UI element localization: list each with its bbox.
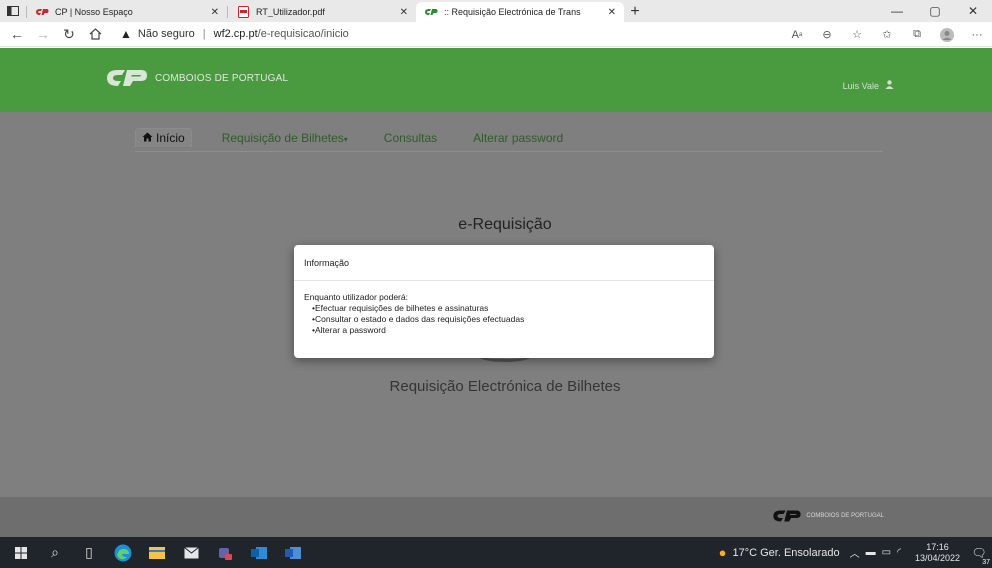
favorites-icon[interactable]: ✩ [872, 24, 902, 46]
user-icon [885, 80, 894, 91]
window-controls: — ▢ ✕ [878, 0, 992, 22]
toolbar-right: Aa ⊖ ☆ ✩ ⧉ ··· [782, 22, 992, 47]
clock[interactable]: 17:16 13/04/2022 [915, 542, 960, 564]
battery-icon[interactable]: ▭ [882, 547, 891, 558]
show-hidden-icons-icon[interactable]: ︿ [850, 545, 860, 560]
menu-item-label: Início [156, 131, 185, 145]
page-title: e-Requisição [458, 216, 552, 233]
forward-icon[interactable]: → [30, 23, 56, 45]
minimize-icon[interactable]: — [878, 0, 916, 22]
site-header: COMBOIOS DE PORTUGAL Luis Vale [0, 48, 992, 112]
footer-logo: COMBOIOS DE PORTUGAL [772, 509, 884, 523]
site-footer: COMBOIOS DE PORTUGAL [0, 497, 992, 537]
menu-item-label: Requisição de Bilhetes [221, 130, 344, 145]
windows-taskbar: ⌕ ▯ ● 17°C Ger. Ensolarado ︿ ▬ ▭ ◜ 17:16… [0, 537, 992, 568]
close-tab-icon[interactable]: ✕ [211, 7, 219, 18]
menu-item-inicio[interactable]: Início [135, 128, 192, 147]
restore-icon[interactable]: ▢ [916, 0, 954, 22]
modal-list: Efectuar requisições de bilhetes e assin… [304, 303, 704, 336]
page-subtitle: Requisição Electrónica de Bilhetes [389, 378, 621, 395]
menu-item-requisicao[interactable]: Requisição de Bilhetes▾ [216, 129, 354, 147]
modal-intro: Enquanto utilizador poderá: [304, 292, 408, 302]
cp-logo-icon [773, 510, 802, 522]
close-tab-icon[interactable]: ✕ [608, 7, 616, 18]
new-tab-button[interactable]: + [624, 2, 646, 22]
profile-avatar-icon[interactable] [932, 24, 962, 46]
weather-sun-icon: ● [718, 545, 727, 560]
tab-title: :: Requisição Electrónica de Trans [444, 7, 581, 17]
home-icon[interactable] [82, 23, 108, 45]
brand-name: COMBOIOS DE PORTUGAL [155, 72, 289, 84]
browser-tab-rt-utilizador[interactable]: RT_Utilizador.pdf ✕ [228, 2, 416, 22]
user-menu[interactable]: Luis Vale [843, 80, 894, 91]
read-aloud-icon[interactable]: Aa [782, 24, 812, 46]
browser-tab-e-requisicao[interactable]: :: Requisição Electrónica de Trans ✕ [416, 2, 624, 22]
notifications-icon[interactable]: 🗨 37 [966, 546, 992, 566]
browser-tab-cp-nosso-espaco[interactable]: CP | Nosso Espaço ✕ [27, 2, 227, 22]
refresh-icon[interactable]: ↻ [56, 23, 82, 45]
tab-actions-button[interactable] [0, 0, 26, 22]
file-explorer-icon[interactable] [140, 537, 174, 568]
clock-date: 13/04/2022 [914, 552, 960, 563]
address-bar[interactable]: ▲ Não seguro | wf2.cp.pt/e-requisicao/in… [120, 27, 349, 41]
modal-header: Informação [294, 245, 714, 281]
more-options-icon[interactable]: ··· [962, 24, 992, 46]
menu-item-label: Alterar password [473, 130, 564, 145]
warning-icon: ▲ [120, 27, 132, 41]
cp-logo-icon [424, 7, 438, 17]
list-item: Alterar a password [312, 325, 704, 336]
dropdown-caret-icon: ▾ [343, 134, 348, 144]
mail-icon[interactable] [174, 537, 208, 568]
close-tab-icon[interactable]: ✕ [400, 7, 408, 18]
info-modal: Informação Enquanto utilizador poderá: E… [294, 245, 714, 358]
menu-item-alterar-password[interactable]: Alterar password [467, 129, 569, 147]
browser-tab-bar: CP | Nosso Espaço ✕ RT_Utilizador.pdf ✕ … [0, 0, 992, 22]
pdf-icon [236, 6, 250, 18]
collections-icon[interactable]: ⧉ [902, 24, 932, 46]
modal-body: Enquanto utilizador poderá: Efectuar req… [294, 281, 714, 336]
edge-browser-icon[interactable] [106, 537, 140, 568]
list-item: Consultar o estado e dados das requisiçõ… [312, 314, 704, 325]
back-icon[interactable]: ← [4, 23, 30, 45]
browser-toolbar: ← → ↻ ▲ Não seguro | wf2.cp.pt/e-requisi… [0, 22, 992, 47]
home-icon [142, 131, 153, 145]
notification-count: 37 [982, 558, 990, 566]
search-icon[interactable]: ⌕ [38, 537, 72, 568]
wifi-icon[interactable]: ◜ [897, 547, 901, 558]
list-item: Efectuar requisições de bilhetes e assin… [312, 303, 704, 314]
security-label: Não seguro [137, 28, 195, 40]
modal-title: Informação [304, 258, 350, 268]
system-tray: ● 17°C Ger. Ensolarado ︿ ▬ ▭ ◜ 17:16 13/… [719, 537, 992, 568]
outlook-icon[interactable] [242, 537, 276, 568]
url-path: /e-requisicao/inicio [257, 28, 349, 40]
teams-icon[interactable] [208, 537, 242, 568]
cp-logo-icon [35, 7, 49, 17]
task-view-icon[interactable]: ▯ [72, 537, 106, 568]
url-host: wf2.cp.pt [213, 28, 258, 40]
add-favorite-icon[interactable]: ☆ [842, 24, 872, 46]
address-separator: | [202, 28, 206, 40]
word-icon[interactable] [276, 537, 310, 568]
site-logo[interactable]: COMBOIOS DE PORTUGAL [105, 68, 288, 88]
tray-icons: ︿ ▬ ▭ ◜ [850, 545, 907, 560]
footer-brand-name: COMBOIOS DE PORTUGAL [806, 513, 884, 519]
menu-item-consultas[interactable]: Consultas [378, 129, 443, 147]
cp-logo-icon [107, 70, 147, 86]
zoom-icon[interactable]: ⊖ [812, 24, 842, 46]
tab-title: RT_Utilizador.pdf [256, 7, 325, 17]
tab-actions-icon [7, 6, 19, 16]
weather-widget[interactable]: ● 17°C Ger. Ensolarado [719, 545, 840, 560]
network-icon[interactable]: ▬ [866, 547, 876, 558]
main-menu: Início Requisição de Bilhetes▾ Consultas… [135, 128, 883, 152]
tab-title: CP | Nosso Espaço [55, 7, 133, 17]
close-window-icon[interactable]: ✕ [954, 0, 992, 22]
user-name: Luis Vale [842, 80, 879, 91]
clock-time: 17:16 [926, 541, 949, 552]
weather-text: 17°C Ger. Ensolarado [732, 546, 840, 559]
menu-item-label: Consultas [383, 130, 438, 145]
windows-start-icon[interactable] [4, 537, 38, 568]
